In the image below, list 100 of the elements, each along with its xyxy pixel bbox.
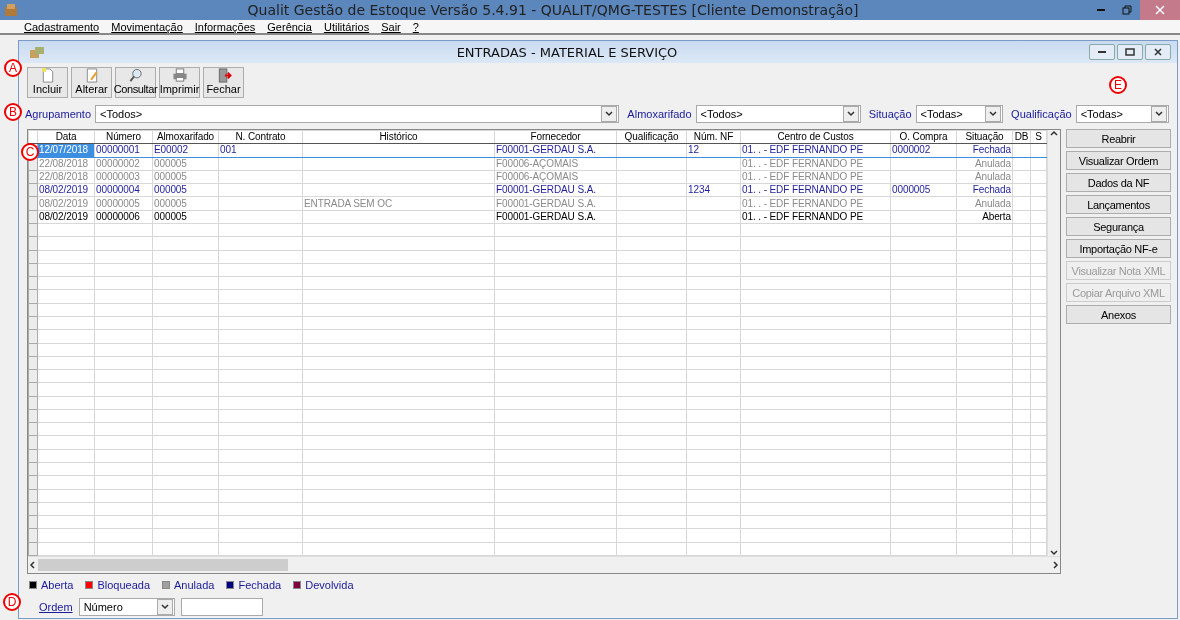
close-button[interactable]	[1145, 44, 1171, 60]
boxes-icon	[4, 3, 18, 17]
toolbar-button[interactable]: Consultar	[115, 67, 156, 98]
table-cell: 00000003	[94, 170, 153, 184]
minimize-icon	[1097, 9, 1105, 11]
table-cell: F00006-AÇOMAIS	[494, 170, 617, 184]
callout-marker: B	[4, 103, 22, 121]
table-cell: F00001-GERDAU S.A.	[494, 196, 617, 211]
menu-item[interactable]: Sair	[381, 21, 401, 33]
column-header[interactable]: Núm. NF	[686, 130, 741, 144]
dropdown[interactable]: <Todas>	[915, 105, 1004, 123]
table-cell: 1234	[686, 183, 741, 197]
table-cell: Fechada	[956, 183, 1013, 197]
close-icon	[1153, 48, 1163, 56]
dropdown[interactable]: <Todos>	[95, 105, 620, 123]
toolbar-button[interactable]: Incluir	[27, 67, 68, 98]
chevron-down-icon	[846, 111, 855, 117]
table-cell: F00001-GERDAU S.A.	[494, 183, 617, 197]
column-header[interactable]: N. Contrato	[218, 130, 303, 144]
chevron-down-icon	[1050, 550, 1058, 556]
window-title: Qualit Gestão de Estoque Versão 5.4.91 - QUALIT/QMG-TESTES [Cliente Demonstração]	[246, 2, 860, 18]
action-button[interactable]: Anexos	[1066, 305, 1171, 324]
filter-label: Qualificação	[1011, 108, 1072, 120]
column-header[interactable]: Situação	[956, 130, 1013, 144]
horizontal-scrollbar[interactable]	[28, 556, 1060, 573]
action-button[interactable]: Lançamentos	[1066, 195, 1171, 214]
table-cell: Anulada	[956, 157, 1013, 171]
table-cell: 01. . - EDF FERNANDO PE	[740, 196, 891, 211]
table-cell: 00000004	[94, 183, 153, 197]
toolbar-button[interactable]: Alterar	[71, 67, 112, 98]
window-title: ENTRADAS - MATERIAL E SERVIÇO	[455, 44, 679, 60]
table-cell: F00006-AÇOMAIS	[494, 157, 617, 171]
column-header[interactable]: Fornecedor	[494, 130, 617, 144]
menu-item[interactable]: Movimentação	[111, 21, 183, 33]
toolbar-button[interactable]: Imprimir	[159, 67, 200, 98]
order-label: Ordem	[39, 601, 73, 613]
order-dropdown[interactable]: Número	[78, 598, 175, 616]
table-cell: 000005	[152, 183, 219, 197]
legend-label: Bloqueada	[97, 579, 151, 591]
table-cell: 08/02/2019	[37, 196, 95, 211]
table-cell: 08/02/2019	[37, 183, 95, 197]
table-cell: 08/02/2019	[37, 210, 95, 224]
table-cell: F00001-GERDAU S.A.	[494, 210, 617, 224]
new-document-icon	[39, 68, 56, 83]
maximize-button[interactable]	[1117, 44, 1143, 60]
table-cell: E00002	[152, 143, 219, 158]
table-cell: 22/08/2018	[37, 170, 95, 184]
chevron-down-icon	[605, 111, 614, 117]
magnifier-icon	[127, 68, 144, 83]
column-header[interactable]: Qualificação	[616, 130, 687, 144]
search-field[interactable]	[180, 598, 263, 616]
chevron-down-icon	[989, 111, 998, 117]
filter-label: Situação	[868, 108, 912, 120]
minimize-button[interactable]	[1089, 44, 1115, 60]
chevron-up-icon	[1050, 130, 1058, 136]
table-cell: F00001-GERDAU S.A.	[494, 143, 617, 158]
chevron-down-icon	[1155, 111, 1163, 117]
dropdown[interactable]: <Todas>	[1075, 105, 1169, 123]
table-cell: 01. . - EDF FERNANDO PE	[740, 157, 891, 171]
table-cell: 00000005	[94, 196, 153, 211]
table-cell: 01. . - EDF FERNANDO PE	[740, 210, 891, 224]
restore-icon	[1122, 5, 1132, 15]
column-header[interactable]: Centro de Custos	[740, 130, 891, 144]
action-button[interactable]: Importação NF-e	[1066, 239, 1171, 258]
table-cell: 000005	[152, 170, 219, 184]
table-cell: 001	[218, 143, 303, 158]
column-header[interactable]: Histórico	[302, 130, 495, 144]
action-button[interactable]: Segurança	[1066, 217, 1171, 236]
table-cell: 000005	[152, 210, 219, 224]
toolbar-button[interactable]: Fechar	[203, 67, 244, 98]
table-cell: 000005	[152, 157, 219, 171]
table-cell: 0000005	[890, 183, 957, 197]
menu-item[interactable]: Gerência	[267, 21, 312, 33]
column-header[interactable]: Data	[37, 130, 95, 144]
column-header[interactable]: O. Compra	[890, 130, 957, 144]
menu-item[interactable]: Informações	[194, 21, 256, 33]
table-cell: 00000002	[94, 157, 153, 171]
legend-label: Devolvida	[305, 579, 354, 591]
column-header[interactable]: Almoxarifado	[152, 130, 219, 144]
table-cell: 00000006	[94, 210, 153, 224]
chevron-left-icon	[28, 561, 36, 569]
boxes-icon	[29, 45, 45, 59]
filter-label: Agrupamento	[25, 108, 92, 120]
legend-label: Aberta	[41, 579, 74, 591]
vertical-scrollbar[interactable]	[1047, 130, 1060, 556]
callout-marker: A	[4, 59, 22, 77]
table-cell: 01. . - EDF FERNANDO PE	[740, 183, 891, 197]
column-header[interactable]: Número	[94, 130, 153, 144]
action-button[interactable]: Dados da NF	[1066, 173, 1171, 192]
action-button[interactable]: Visualizar Ordem	[1066, 151, 1171, 170]
menu-item[interactable]: ?	[412, 21, 419, 33]
dropdown[interactable]: <Todos>	[695, 105, 861, 123]
legend-label: Fechada	[238, 579, 282, 591]
menu-item[interactable]: Utilitários	[323, 21, 370, 33]
table-cell: 000005	[152, 196, 219, 211]
close-icon	[1155, 5, 1165, 15]
table-cell: 22/08/2018	[37, 157, 95, 171]
action-button[interactable]: Reabrir	[1066, 129, 1171, 148]
table-cell: 12	[686, 143, 741, 158]
menu-item[interactable]: Cadastramento	[24, 21, 100, 33]
